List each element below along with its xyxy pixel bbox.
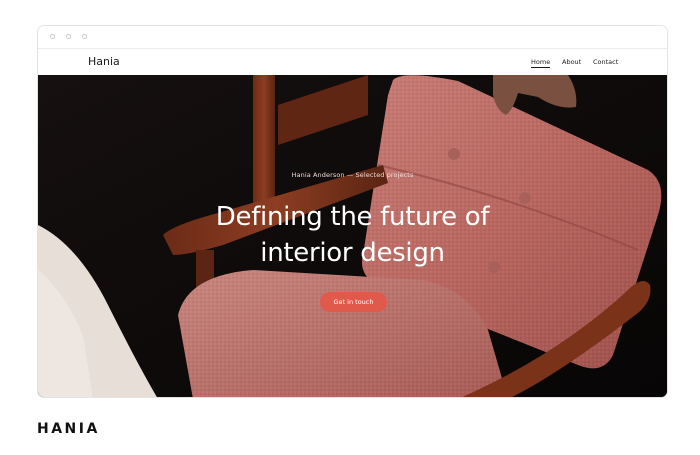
hero-headline-line-2: interior design <box>260 238 445 268</box>
get-in-touch-button[interactable]: Get in touch <box>320 292 387 312</box>
nav-link-contact[interactable]: Contact <box>593 58 618 66</box>
window-minimize-dot[interactable] <box>66 34 71 39</box>
hero-section: Hania Anderson — Selected projects Defin… <box>38 75 667 397</box>
hero-eyebrow-text: Hania Anderson — Selected projects <box>291 171 414 179</box>
site-navbar: Hania Home About Contact <box>38 49 667 75</box>
hero-headline-line-1: Defining the future of <box>215 202 490 232</box>
hania-wordmark: HANIA <box>37 421 100 437</box>
nav-link-about[interactable]: About <box>562 58 581 66</box>
website-preview-card: Hania Home About Contact Hania Anderson … <box>37 25 668 398</box>
site-logo[interactable]: Hania <box>88 55 120 68</box>
browser-chrome-bar <box>38 26 667 49</box>
window-close-dot[interactable] <box>50 34 55 39</box>
nav-link-home[interactable]: Home <box>531 58 551 68</box>
hero-headline: Defining the future of interior design <box>38 199 667 271</box>
window-maximize-dot[interactable] <box>82 34 87 39</box>
